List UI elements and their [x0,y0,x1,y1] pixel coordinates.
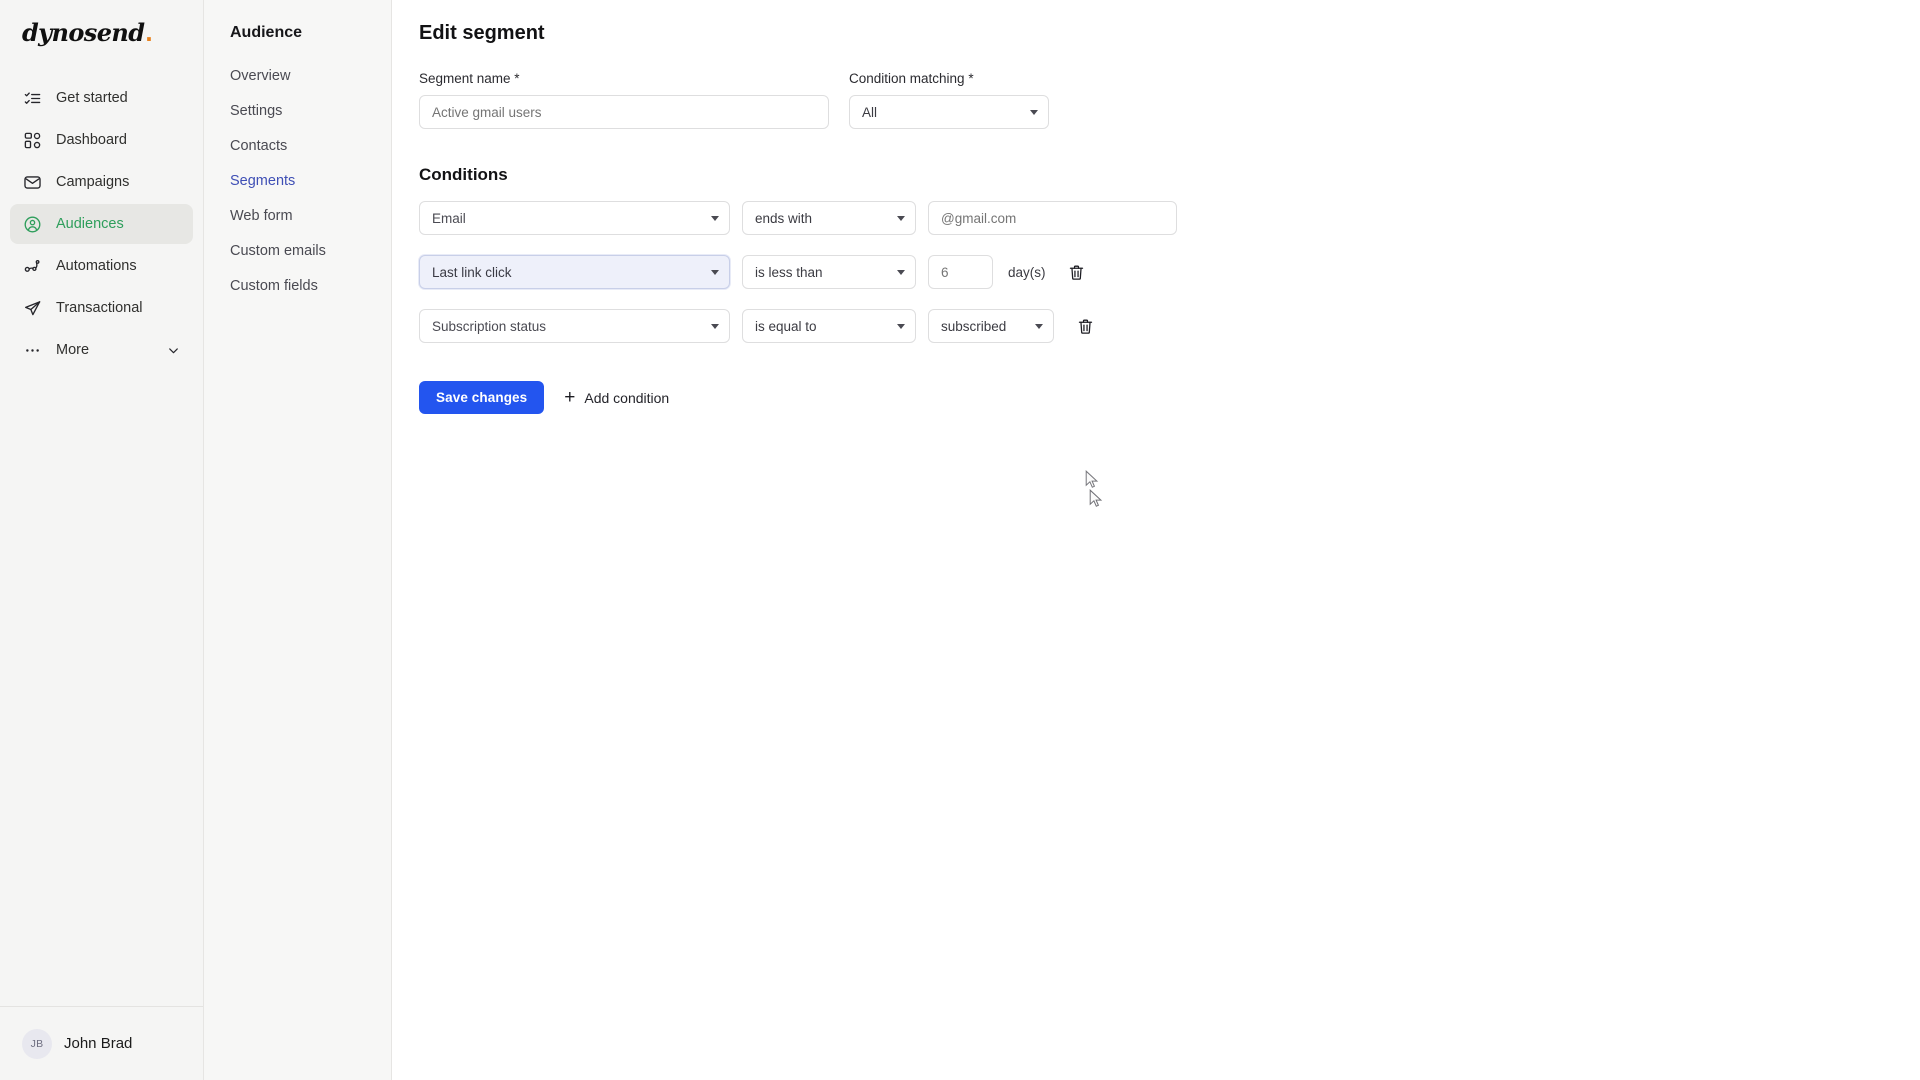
conditions-heading: Conditions [419,165,508,184]
sidebar-item-label: Audiences [56,216,124,232]
condition-attribute-select[interactable]: Last link click [419,255,730,289]
segment-name-label: Segment name * [419,71,520,86]
condition-attribute-value: Email [432,210,466,226]
condition-operator-value: ends with [755,210,813,226]
dashboard-icon [22,130,42,150]
condition-attribute-select[interactable]: Email [419,201,730,235]
condition-attribute-value: Last link click [432,264,512,280]
top-fields-row: Segment name * Condition matching * All [419,71,1920,129]
condition-matching-label: Condition matching * [849,71,974,86]
sidebar-item-audiences[interactable]: Audiences [10,204,193,244]
condition-attribute-select[interactable]: Subscription status [419,309,730,343]
condition-value-input[interactable] [928,201,1177,235]
user-circle-icon [22,214,42,234]
user-profile[interactable]: JB John Brad [0,1006,203,1080]
secondary-nav: Overview Settings Contacts Segments Web … [230,68,391,294]
condition-operator-select[interactable]: is equal to [742,309,916,343]
add-condition-label: Add condition [584,389,670,406]
page-title: Edit segment [419,22,545,44]
chevron-down-icon [166,343,181,358]
user-name: John Brad [64,1035,133,1052]
sidebar-item-dashboard[interactable]: Dashboard [10,120,193,160]
automation-icon [22,256,42,276]
condition-operator-select[interactable]: is less than [742,255,916,289]
brand-dot: . [145,17,153,47]
brand-name: dynosend [22,17,145,47]
chevron-down-icon [711,324,719,329]
main-content: Edit segment Segment name * Condition ma… [392,0,1920,1080]
mouse-cursor [1089,489,1103,509]
app-root: dynosend. Get started Dashboard Campaign… [0,0,1920,1080]
condition-value-select[interactable]: subscribed [928,309,1054,343]
sidebar-item-overview[interactable]: Overview [230,68,290,84]
sidebar-item-label: More [56,342,90,358]
sidebar-item-label: Dashboard [56,132,127,148]
condition-matching-value: All [862,104,878,120]
sidebar-item-campaigns[interactable]: Campaigns [10,162,193,202]
checklist-icon [22,88,42,108]
sidebar-item-label: Get started [56,90,128,106]
conditions-list: Email ends with Last link click is less … [419,201,1920,343]
sidebar-item-label: Campaigns [56,174,130,190]
primary-sidebar: dynosend. Get started Dashboard Campaign… [0,0,204,1080]
condition-attribute-value: Subscription status [432,318,547,334]
condition-units-label: day(s) [1008,264,1046,280]
sidebar-item-label: Automations [56,258,137,274]
condition-row: Subscription status is equal to subscrib… [419,309,1920,343]
chevron-down-icon [897,270,905,275]
condition-value-value: subscribed [941,318,1007,334]
delete-condition-button[interactable] [1074,315,1096,337]
envelope-icon [22,172,42,192]
sidebar-item-label: Transactional [56,300,143,316]
condition-matching-select[interactable]: All [849,95,1049,129]
condition-operator-select[interactable]: ends with [742,201,916,235]
sidebar-item-automations[interactable]: Automations [10,246,193,286]
sidebar-item-custom-fields[interactable]: Custom fields [230,278,318,294]
avatar: JB [22,1028,52,1059]
plus-icon: + [564,387,576,408]
chevron-down-icon [711,216,719,221]
sidebar-item-transactional[interactable]: Transactional [10,288,193,328]
segment-name-field-group: Segment name * [419,71,829,129]
form-actions: Save changes + Add condition [419,381,1920,414]
secondary-sidebar-title: Audience [230,24,303,41]
condition-row: Last link click is less than day(s) [419,255,1920,289]
condition-value-number-input[interactable] [928,255,993,289]
chevron-down-icon [711,270,719,275]
condition-row: Email ends with [419,201,1920,235]
paper-plane-icon [22,298,42,318]
delete-condition-button[interactable] [1066,261,1088,283]
secondary-sidebar: Audience Overview Settings Contacts Segm… [204,0,392,1080]
add-condition-button[interactable]: + Add condition [564,388,669,407]
condition-operator-value: is less than [755,264,823,280]
sidebar-item-settings[interactable]: Settings [230,103,282,119]
sidebar-item-get-started[interactable]: Get started [10,78,193,118]
sidebar-item-custom-emails[interactable]: Custom emails [230,243,326,259]
save-changes-button[interactable]: Save changes [419,381,545,414]
sidebar-item-more[interactable]: More [10,330,193,370]
chevron-down-icon [1030,110,1038,115]
primary-nav: Get started Dashboard Campaigns Audience… [0,78,203,370]
mouse-cursor [1085,470,1099,490]
condition-operator-value: is equal to [755,318,817,334]
condition-matching-field-group: Condition matching * All [849,71,1049,129]
sidebar-item-segments[interactable]: Segments [230,173,295,189]
chevron-down-icon [1035,324,1043,329]
ellipsis-icon [22,340,42,360]
sidebar-item-web-form[interactable]: Web form [230,208,293,224]
chevron-down-icon [897,324,905,329]
sidebar-item-contacts[interactable]: Contacts [230,138,287,154]
chevron-down-icon [897,216,905,221]
brand-logo[interactable]: dynosend. [0,0,203,64]
segment-name-input[interactable] [419,95,829,129]
